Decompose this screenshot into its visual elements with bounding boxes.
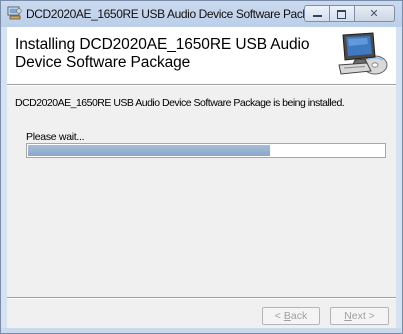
close-icon: ✕ bbox=[369, 7, 379, 20]
next-button[interactable]: Next > bbox=[330, 307, 389, 325]
install-progress-bar bbox=[26, 143, 386, 158]
minimize-button[interactable] bbox=[304, 5, 330, 22]
installer-app-icon bbox=[7, 6, 22, 20]
header-banner: Installing DCD2020AE_1650RE USB Audio De… bbox=[7, 27, 396, 85]
please-wait-label: Please wait... bbox=[26, 131, 85, 143]
window-title: DCD2020AE_1650RE USB Audio Device Softwa… bbox=[26, 7, 327, 21]
back-button[interactable]: < Back bbox=[262, 307, 320, 325]
close-button[interactable]: ✕ bbox=[355, 5, 395, 22]
caption-buttons: ✕ bbox=[304, 5, 395, 23]
content-area: DCD2020AE_1650RE USB Audio Device Softwa… bbox=[7, 85, 396, 298]
installer-window: DCD2020AE_1650RE USB Audio Device Softwa… bbox=[0, 0, 403, 334]
status-message: DCD2020AE_1650RE USB Audio Device Softwa… bbox=[15, 97, 345, 109]
window-bottom-border bbox=[1, 328, 402, 333]
button-footer: < Back Next > bbox=[7, 297, 396, 329]
maximize-button[interactable] bbox=[330, 5, 355, 22]
title-bar[interactable]: DCD2020AE_1650RE USB Audio Device Softwa… bbox=[1, 1, 402, 27]
page-title: Installing DCD2020AE_1650RE USB Audio De… bbox=[15, 36, 310, 71]
computer-install-icon bbox=[338, 32, 388, 75]
progress-fill bbox=[28, 145, 270, 156]
